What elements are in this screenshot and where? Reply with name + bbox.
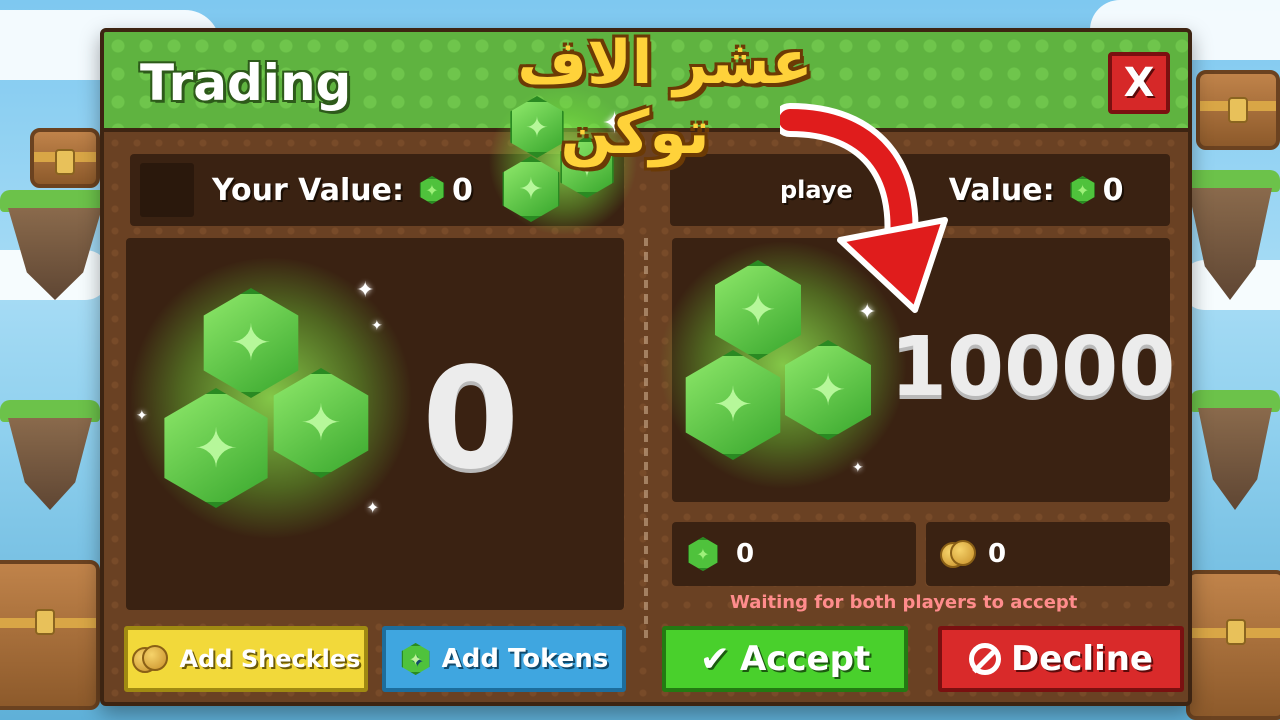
- add-sheckles-button[interactable]: Add Sheckles: [124, 626, 368, 692]
- treasure-chest-icon: [1196, 70, 1280, 150]
- arrow-icon: [780, 103, 948, 313]
- add-sheckles-label: Add Sheckles: [179, 645, 361, 673]
- sheckle-coin-icon: [940, 540, 978, 568]
- your-value-label: Your Value:: [212, 172, 404, 208]
- divider: [644, 238, 648, 638]
- close-button[interactable]: X: [1108, 52, 1170, 114]
- token-icon: [1069, 176, 1097, 204]
- floating-island: [1180, 170, 1280, 300]
- token-stack-icon: ✦ ✦ ✦ ✦ ✦ ✦ ✦: [126, 258, 416, 538]
- accept-button[interactable]: ✔ Accept: [662, 626, 908, 692]
- your-value-amount: 0: [451, 172, 473, 208]
- status-waiting-text: Waiting for both players to accept: [730, 592, 1078, 613]
- no-sign-icon: [968, 643, 1001, 675]
- other-sheckles-box: 0: [926, 522, 1170, 586]
- decline-label: Decline: [1010, 639, 1153, 679]
- other-offer-amount: 10000: [890, 320, 1176, 415]
- other-tokens-box: 0: [672, 522, 916, 586]
- floating-island: [0, 190, 110, 300]
- treasure-chest-icon: [1186, 570, 1280, 720]
- floating-island: [1190, 390, 1280, 510]
- decline-button[interactable]: Decline: [938, 626, 1184, 692]
- accept-label: Accept: [739, 639, 871, 679]
- token-icon: [418, 176, 446, 204]
- treasure-chest-icon: [30, 128, 100, 188]
- overlay-headline-line1: عشر الاف: [517, 28, 813, 98]
- add-tokens-label: Add Tokens: [441, 644, 609, 674]
- sheckle-coin-icon: [131, 645, 170, 673]
- your-offer-pane[interactable]: ✦ ✦ ✦ ✦ ✦ ✦ ✦ 0: [126, 238, 624, 610]
- floating-island: [0, 400, 100, 510]
- other-sheckles-count: 0: [988, 539, 1007, 569]
- other-tokens-count: 0: [736, 539, 755, 569]
- check-icon: ✔: [699, 638, 730, 680]
- treasure-chest-icon: [0, 560, 100, 710]
- other-value-label: Value:: [948, 172, 1055, 208]
- other-value-amount: 0: [1102, 172, 1124, 208]
- token-icon: [686, 537, 720, 571]
- add-tokens-button[interactable]: Add Tokens: [382, 626, 626, 692]
- window-title: Trading: [140, 54, 352, 112]
- your-offer-amount: 0: [422, 338, 520, 501]
- token-icon: [400, 643, 432, 675]
- avatar: [140, 163, 194, 217]
- close-icon: X: [1123, 60, 1155, 106]
